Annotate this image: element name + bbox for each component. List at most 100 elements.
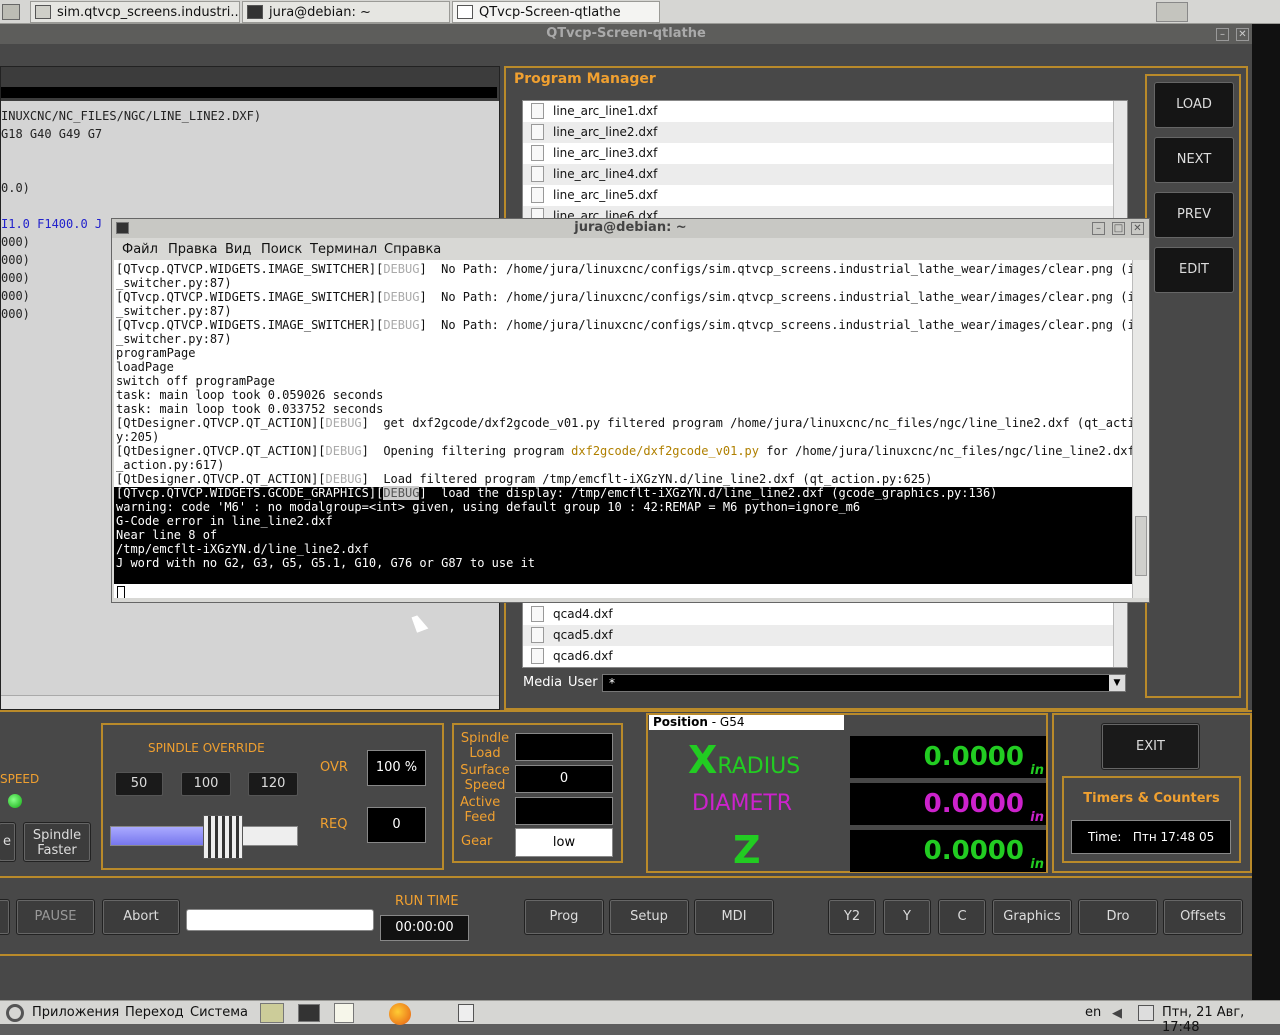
chevron-down-icon: ▼: [1109, 675, 1125, 691]
list-item[interactable]: line_arc_line4.dxf: [523, 164, 1113, 185]
spindle-slower-button[interactable]: e: [0, 822, 16, 862]
show-desktop-icon[interactable]: [1156, 2, 1188, 22]
terminal-output[interactable]: [QTvcp.QTVCP.WIDGETS.IMAGE_SWITCHER][DEB…: [114, 260, 1132, 598]
slider-handle[interactable]: [203, 815, 243, 859]
view-offsets-button[interactable]: Offsets: [1163, 899, 1243, 935]
gcode-header: [1, 67, 499, 101]
clock[interactable]: Птн, 21 Авг, 17:48: [1162, 1005, 1280, 1035]
view-dro-button[interactable]: Dro: [1078, 899, 1158, 935]
close-icon[interactable]: ✕: [1131, 222, 1144, 235]
gear-value: low: [515, 828, 613, 857]
override-120-button[interactable]: 120: [248, 772, 298, 796]
minimize-icon[interactable]: –: [1216, 28, 1229, 41]
list-item[interactable]: line_arc_line5.dxf: [523, 185, 1113, 206]
terminal-line: [QTvcp.QTVCP.WIDGETS.IMAGE_SWITCHER][DEB…: [116, 290, 1132, 304]
linuxcnc-launcher-icon[interactable]: [260, 1003, 284, 1023]
terminal-icon: [247, 5, 263, 19]
status-line: [186, 909, 374, 931]
list-item[interactable]: line_arc_line2.dxf: [523, 122, 1113, 143]
tab-setup[interactable]: Setup: [609, 899, 689, 935]
load-button[interactable]: LOAD: [1154, 82, 1234, 128]
exit-button[interactable]: EXIT: [1101, 723, 1200, 770]
view-y-button[interactable]: Y: [883, 899, 931, 935]
bottom-bar-divider-2: [0, 954, 1252, 956]
gcode-line: 000): [1, 271, 30, 285]
firefox-icon[interactable]: [389, 1003, 411, 1025]
terminal-line: [QtDesigner.QTVCP.QT_ACTION][DEBUG] Load…: [116, 472, 933, 486]
user-label[interactable]: User: [568, 675, 598, 690]
spindle-faster-button[interactable]: Spindle Faster: [23, 822, 91, 862]
abort-button[interactable]: Abort: [102, 899, 180, 935]
terminal-scrollbar[interactable]: [1132, 260, 1149, 598]
menu-applications[interactable]: Приложения: [32, 1005, 119, 1020]
filter-value: *: [609, 676, 615, 690]
filter-select[interactable]: * ▼: [602, 674, 1126, 692]
menu-terminal[interactable]: Терминал: [310, 242, 377, 257]
tab-prog[interactable]: Prog: [524, 899, 604, 935]
menu-search[interactable]: Поиск: [261, 242, 302, 257]
run-time-label: RUN TIME: [395, 894, 459, 909]
menu-view[interactable]: Вид: [225, 242, 251, 257]
terminal-line: [QtDesigner.QTVCP.QT_ACTION][DEBUG] Open…: [116, 444, 1132, 458]
z-axis-label: Z: [733, 828, 761, 872]
list-item[interactable]: line_arc_line1.dxf: [523, 101, 1113, 122]
desktop-background: [1252, 24, 1280, 1000]
minimize-icon[interactable]: –: [1092, 222, 1105, 235]
spindle-override-title: SPINDLE OVERRIDE: [148, 741, 265, 755]
x-axis-label: XRADIUS: [688, 738, 801, 782]
terminal-line: task: main loop took 0.059026 seconds: [116, 388, 384, 402]
view-y2-button[interactable]: Y2: [828, 899, 876, 935]
diameter-label: DIAMETR: [692, 791, 793, 816]
tab-mdi[interactable]: MDI: [694, 899, 774, 935]
time-display: Time: Птн 17:48 05: [1071, 820, 1231, 854]
bottom-bar-divider: [0, 876, 1252, 878]
cycle-start-button[interactable]: [0, 899, 10, 935]
terminal-line: /tmp/emcflt-iXGzYN.d/line_line2.dxf: [116, 542, 369, 556]
list-item[interactable]: line_arc_line3.dxf: [523, 143, 1113, 164]
file-icon: [531, 103, 544, 119]
gcode-line: 000): [1, 289, 30, 303]
override-slider[interactable]: [110, 815, 298, 859]
menu-file[interactable]: Файл: [122, 242, 158, 257]
debian-logo-icon[interactable]: [6, 1004, 24, 1022]
terminal-line: J word with no G2, G3, G5, G5.1, G10, G7…: [116, 556, 536, 570]
menu-system[interactable]: Система: [190, 1005, 248, 1020]
close-icon[interactable]: ✕: [1236, 28, 1249, 41]
gcode-line: 000): [1, 253, 30, 267]
override-50-button[interactable]: 50: [115, 772, 163, 796]
terminal-menubar: Файл Правка Вид Поиск Терминал Справка: [112, 238, 1149, 260]
menu-goto[interactable]: Переход: [125, 1005, 184, 1020]
terminal-launcher-icon[interactable]: [298, 1004, 320, 1022]
list-item[interactable]: qcad6.dxf: [523, 646, 1113, 667]
network-icon[interactable]: [1138, 1005, 1154, 1021]
menu-edit[interactable]: Правка: [168, 242, 217, 257]
taskbar-tab-terminal[interactable]: jura@debian: ~: [242, 1, 450, 23]
terminal-line: [QTvcp.QTVCP.WIDGETS.IMAGE_SWITCHER][DEB…: [116, 262, 1132, 276]
gcode-line: 0.0): [1, 181, 30, 195]
prev-button[interactable]: PREV: [1154, 192, 1234, 238]
gcode-hscrollbar[interactable]: [1, 695, 499, 709]
view-graphics-button[interactable]: Graphics: [992, 899, 1072, 935]
scroll-thumb[interactable]: [1135, 516, 1147, 576]
media-label[interactable]: Media: [523, 675, 562, 690]
trash-icon[interactable]: [458, 1004, 474, 1022]
edit-button[interactable]: EDIT: [1154, 247, 1234, 293]
taskbar-tab-qtvcp[interactable]: QTvcp-Screen-qtlathe: [452, 1, 660, 23]
text-editor-icon[interactable]: [334, 1003, 354, 1023]
terminal-line: task: main loop took 0.033752 seconds: [116, 402, 384, 416]
slider-fill: [111, 827, 207, 845]
keyboard-layout[interactable]: en: [1085, 1005, 1101, 1020]
list-item[interactable]: qcad5.dxf: [523, 625, 1113, 646]
view-c-button[interactable]: C: [938, 899, 986, 935]
volume-icon[interactable]: ◀: [1112, 1006, 1130, 1021]
taskbar-tab-file-manager[interactable]: sim.qtvcp_screens.industri...: [30, 1, 240, 23]
override-100-button[interactable]: 100: [181, 772, 231, 796]
menu-help[interactable]: Справка: [384, 242, 441, 257]
maximize-icon[interactable]: □: [1112, 222, 1125, 235]
app-icon[interactable]: [2, 4, 20, 20]
next-button[interactable]: NEXT: [1154, 137, 1234, 183]
list-item[interactable]: qcad4.dxf: [523, 604, 1113, 625]
file-icon: [531, 627, 544, 643]
gcode-line: 000): [1, 307, 30, 321]
pause-button[interactable]: PAUSE: [16, 899, 95, 935]
